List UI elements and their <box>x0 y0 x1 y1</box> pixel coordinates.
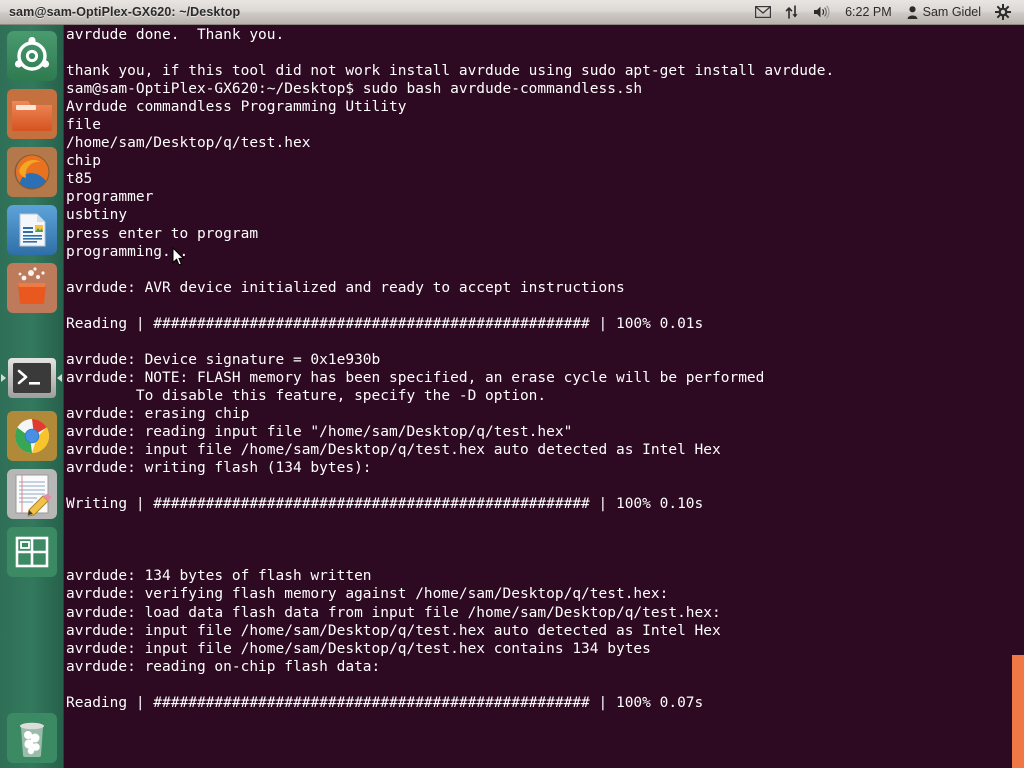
unity-launcher <box>0 25 64 768</box>
user-name-label: Sam Gidel <box>922 5 981 19</box>
launcher-item-firefox[interactable] <box>7 147 57 197</box>
chrome-icon <box>7 411 57 461</box>
trash-icon <box>7 713 57 763</box>
terminal-scrollbar-track[interactable] <box>1012 25 1024 768</box>
mouse-cursor <box>172 247 184 266</box>
clock[interactable]: 6:22 PM <box>837 0 900 25</box>
firefox-icon <box>7 147 57 197</box>
folder-icon <box>7 89 57 139</box>
desktop-screen: sam@sam-OptiPlex-GX620: ~/Desktop 6:22 P… <box>0 0 1024 768</box>
launcher-item-software-center[interactable] <box>7 263 57 313</box>
user-icon <box>907 5 918 19</box>
terminal-window[interactable]: avrdude done. Thank you. thank you, if t… <box>64 25 1024 768</box>
launcher-item-dash[interactable] <box>7 31 57 81</box>
network-icon[interactable] <box>778 0 806 25</box>
user-menu[interactable]: Sam Gidel <box>900 0 988 25</box>
volume-icon[interactable] <box>806 0 837 25</box>
launcher-item-files[interactable] <box>7 89 57 139</box>
messaging-icon[interactable] <box>748 0 778 25</box>
terminal-output: avrdude done. Thank you. thank you, if t… <box>66 27 835 711</box>
top-panel: sam@sam-OptiPlex-GX620: ~/Desktop 6:22 P… <box>0 0 1024 25</box>
launcher-item-text-editor[interactable] <box>7 469 57 519</box>
ubuntu-icon <box>7 31 57 81</box>
launcher-focused-indicator <box>57 374 62 382</box>
workspace-switcher-icon <box>7 527 57 577</box>
gear-icon[interactable] <box>988 0 1018 25</box>
terminal-scrollbar-thumb[interactable] <box>1012 655 1024 768</box>
launcher-item-chrome[interactable] <box>7 411 57 461</box>
libreoffice-writer-icon <box>7 205 57 255</box>
launcher-item-libreoffice-writer[interactable] <box>7 205 57 255</box>
launcher-item-trash[interactable] <box>7 713 57 763</box>
launcher-item-workspace-switcher[interactable] <box>7 527 57 577</box>
launcher-running-indicator <box>1 374 6 382</box>
launcher-item-terminal[interactable] <box>7 353 57 403</box>
indicator-area: 6:22 PM Sam Gidel <box>748 0 1024 25</box>
text-editor-icon <box>7 469 57 519</box>
software-center-icon <box>7 263 57 313</box>
terminal-icon <box>8 358 56 398</box>
window-title: sam@sam-OptiPlex-GX620: ~/Desktop <box>9 5 241 19</box>
